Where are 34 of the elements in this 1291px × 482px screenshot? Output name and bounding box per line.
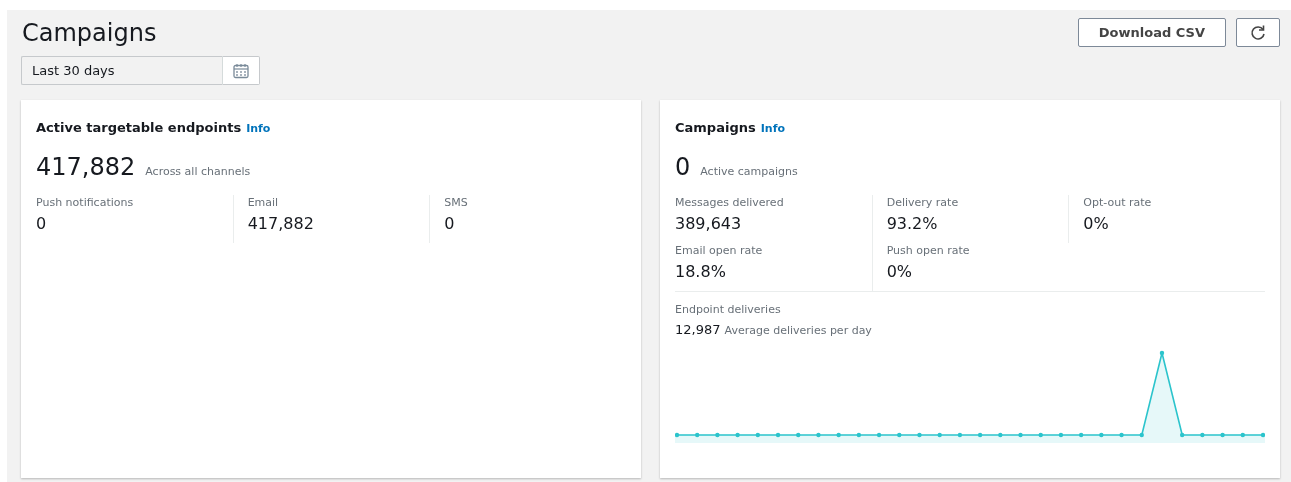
download-button[interactable]: Download CSV — [1077, 18, 1226, 47]
info-link[interactable]: Info — [760, 122, 785, 135]
card-title: Campaigns — [675, 120, 756, 135]
date-range-field[interactable]: Last 30 days — [21, 56, 222, 85]
metric-label: SMS — [444, 195, 469, 211]
metric-value: 417,882 — [247, 213, 315, 235]
metric-label: Email — [247, 195, 280, 211]
deliveries-caption: Average deliveries per day — [724, 324, 872, 337]
metric-value: 0 — [36, 213, 48, 235]
calendar-icon — [232, 61, 250, 80]
page-title: Campaigns — [22, 18, 158, 48]
metric-value: 0% — [886, 261, 914, 283]
info-link[interactable]: Info — [246, 122, 271, 135]
metric-label: Messages delivered — [675, 195, 785, 211]
refresh-icon — [1249, 23, 1267, 42]
total-label: Active campaigns — [700, 165, 798, 178]
total-value: 0 — [675, 153, 691, 181]
total-label: Across all channels — [145, 165, 251, 178]
metric-value: 389,643 — [675, 213, 743, 235]
total-value: 417,882 — [36, 153, 136, 181]
calendar-button[interactable] — [222, 56, 260, 85]
metric-label: Push open rate — [886, 243, 971, 259]
deliveries-label: Endpoint deliveries — [675, 302, 782, 318]
metric-label: Delivery rate — [886, 195, 960, 211]
metric-label: Email open rate — [675, 243, 764, 259]
metric-value: 93.2% — [886, 213, 939, 235]
metric-label: Opt-out rate — [1083, 195, 1153, 211]
metric-label: Push notifications — [36, 195, 135, 211]
metric-value: 0% — [1083, 213, 1110, 235]
metric-value: 18.8% — [675, 261, 727, 283]
metric-value: 0 — [444, 213, 456, 235]
refresh-button[interactable] — [1236, 18, 1280, 47]
deliveries-value: 12,987 — [675, 322, 721, 337]
card-title: Active targetable endpoints — [36, 120, 242, 135]
